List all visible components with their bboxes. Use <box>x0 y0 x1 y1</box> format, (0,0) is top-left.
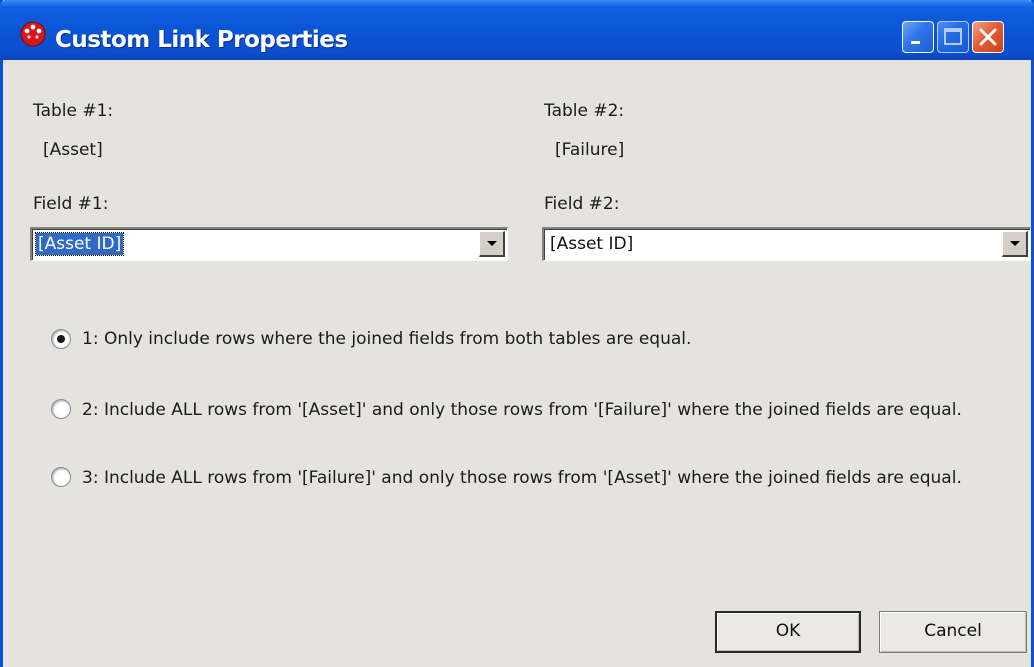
table1-value: [Asset] <box>43 140 103 160</box>
window-title: Custom Link Properties <box>55 27 348 53</box>
table2-value: [Failure] <box>555 140 625 160</box>
maximize-icon <box>944 28 962 45</box>
field1-selected-value: [Asset ID] <box>34 232 125 256</box>
field1-label: Field #1: <box>33 194 109 214</box>
join-option-1-radio[interactable] <box>51 329 71 349</box>
join-option-2-label[interactable]: 2: Include ALL rows from '[Asset]' and o… <box>82 398 1012 422</box>
minimize-icon <box>911 41 920 44</box>
ok-button[interactable]: OK <box>715 611 861 653</box>
cancel-button[interactable]: Cancel <box>879 611 1027 653</box>
close-icon <box>979 28 997 46</box>
custom-link-properties-dialog: Custom Link Properties Table #1: [Asset]… <box>0 0 1034 667</box>
field2-label: Field #2: <box>544 194 620 214</box>
join-option-2-radio[interactable] <box>51 399 71 419</box>
minimize-button[interactable] <box>902 21 934 53</box>
field2-dropdown-button[interactable] <box>1002 231 1028 257</box>
table2-label: Table #2: <box>544 101 625 121</box>
title-bar[interactable]: Custom Link Properties <box>0 0 1034 60</box>
maximize-button[interactable] <box>937 21 969 53</box>
table1-label: Table #1: <box>33 101 114 121</box>
field2-selected-value: [Asset ID] <box>550 234 634 254</box>
join-option-1-label[interactable]: 1: Only include rows where the joined fi… <box>82 327 1012 351</box>
join-option-3-label[interactable]: 3: Include ALL rows from '[Failure]' and… <box>82 466 1012 490</box>
app-logo-icon <box>20 21 46 47</box>
field1-dropdown[interactable]: [Asset ID] <box>30 227 508 261</box>
join-option-3-radio[interactable] <box>51 467 71 487</box>
close-button[interactable] <box>972 21 1004 53</box>
field2-dropdown[interactable]: [Asset ID] <box>542 227 1031 261</box>
field1-dropdown-button[interactable] <box>479 231 505 257</box>
